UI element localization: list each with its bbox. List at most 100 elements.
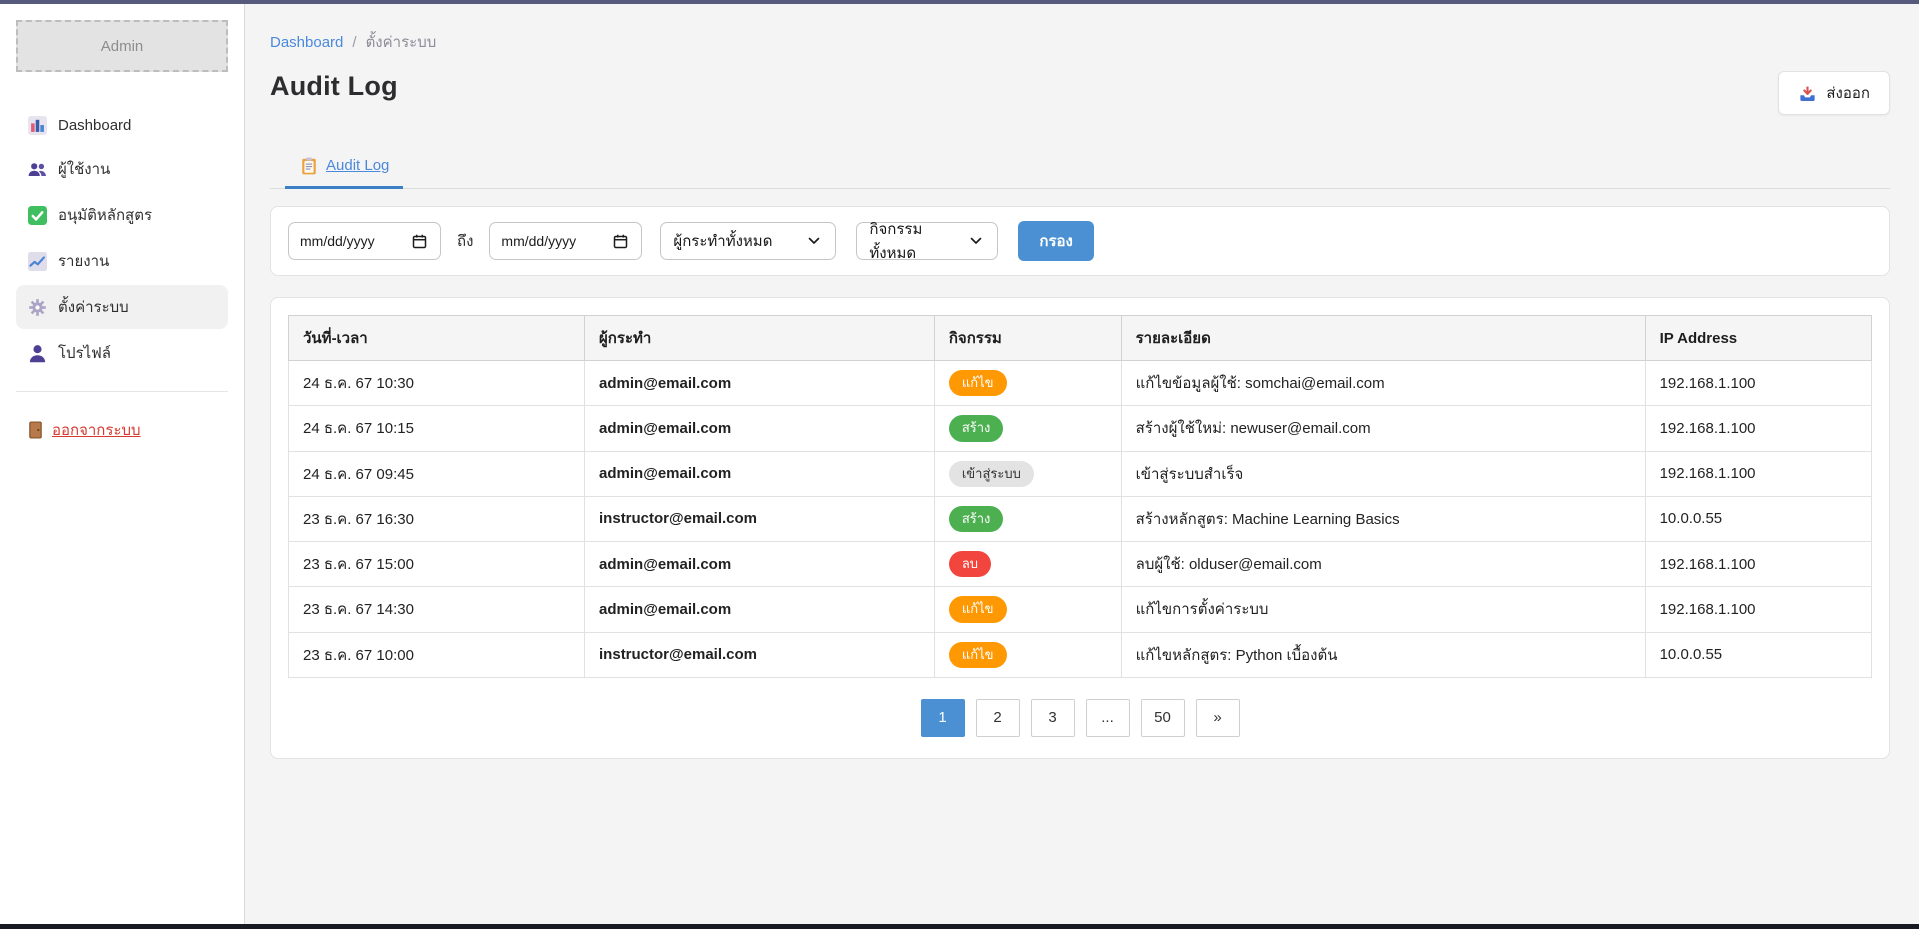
activity-filter-select[interactable]: กิจกรรมทั้งหมด: [856, 222, 998, 260]
cell-detail: แก้ไขข้อมูลผู้ใช้: somchai@email.com: [1121, 361, 1645, 406]
sidebar-item-users[interactable]: ผู้ใช้งาน: [16, 147, 228, 191]
chevron-down-icon: [804, 232, 823, 251]
table-row: 24 ธ.ค. 67 10:15admin@email.com สร้าง สร้า…: [289, 406, 1872, 451]
table-body: 24 ธ.ค. 67 10:30admin@email.comแก้ไขแก้ไ…: [289, 361, 1872, 678]
cell-ip: 192.168.1.100: [1645, 361, 1871, 406]
calendar-icon[interactable]: [410, 232, 429, 251]
cell-datetime: 24 ธ.ค. 67 10:15: [289, 406, 585, 451]
action-badge-create: สร้าง: [949, 415, 1004, 441]
main-content: Dashboard / ตั้งค่าระบบ Audit Log ส่งออก…: [245, 4, 1919, 924]
audit-log-table: วันที่-เวลา ผู้กระทำ กิจกรรม รายละเอียด …: [288, 315, 1872, 678]
calendar-icon[interactable]: [611, 232, 630, 251]
brand-label: Admin: [101, 38, 144, 55]
table-row: 23 ธ.ค. 67 15:00admin@email.com ลบ ลบผู้ใช…: [289, 542, 1872, 587]
cell-action: ลบ: [934, 542, 1121, 587]
table-row: 23 ธ.ค. 67 10:00instructor@email.comแก้ไ…: [289, 632, 1872, 677]
cell-datetime: 24 ธ.ค. 67 10:30: [289, 361, 585, 406]
sidebar-item-course-approval[interactable]: อนุมัติหลักสูตร: [16, 193, 228, 237]
tab-audit-log-label: Audit Log: [326, 157, 389, 174]
cell-actor: admin@email.com: [585, 542, 935, 587]
cell-actor: admin@email.com: [585, 406, 935, 451]
gear-icon: [28, 298, 47, 317]
actor-filter-selected-value: ผู้กระทำทั้งหมด: [673, 229, 772, 253]
table-header-row: วันที่-เวลา ผู้กระทำ กิจกรรม รายละเอียด …: [289, 316, 1872, 361]
activity-filter-selected-value: กิจกรรมทั้งหมด: [869, 217, 950, 265]
cell-ip: 10.0.0.55: [1645, 632, 1871, 677]
table-row: 24 ธ.ค. 67 10:30admin@email.comแก้ไขแก้ไ…: [289, 361, 1872, 406]
cell-detail: สร้างผู้ใช้ใหม่: newuser@email.com: [1121, 406, 1645, 451]
action-badge-delete: ลบ: [949, 551, 991, 577]
date-from-placeholder: mm/dd/yyyy: [300, 233, 375, 249]
column-header-detail: รายละเอียด: [1121, 316, 1645, 361]
breadcrumb-current: ตั้งค่าระบบ: [366, 30, 437, 54]
cell-datetime: 23 ธ.ค. 67 15:00: [289, 542, 585, 587]
pagination-page-3[interactable]: 3: [1031, 699, 1075, 737]
sidebar-item-reports[interactable]: รายงาน: [16, 239, 228, 283]
line-chart-icon: [28, 252, 47, 271]
cell-action: แก้ไข: [934, 361, 1121, 406]
pagination-next[interactable]: »: [1196, 699, 1240, 737]
page-title: Audit Log: [270, 71, 398, 102]
cell-detail: แก้ไขหลักสูตร: Python เบื้องต้น: [1121, 632, 1645, 677]
filter-button[interactable]: กรอง: [1018, 221, 1093, 261]
door-icon: [28, 421, 43, 439]
pagination-page-2[interactable]: 2: [976, 699, 1020, 737]
users-icon: [28, 160, 47, 179]
sidebar-item-label: โปรไฟล์: [58, 341, 111, 365]
breadcrumb-dashboard-link[interactable]: Dashboard: [270, 34, 343, 51]
logout-label: ออกจากระบบ: [52, 418, 141, 442]
cell-ip: 192.168.1.100: [1645, 542, 1871, 587]
cell-action: สร้าง: [934, 406, 1121, 451]
date-from-input[interactable]: mm/dd/yyyy: [288, 222, 441, 260]
export-tray-icon: [1798, 84, 1817, 103]
cell-detail: ลบผู้ใช้: olduser@email.com: [1121, 542, 1645, 587]
pagination-page-1[interactable]: 1: [921, 699, 965, 737]
sidebar-item-dashboard[interactable]: Dashboard: [16, 106, 228, 145]
pagination-ellipsis: ...: [1086, 699, 1130, 737]
cell-ip: 10.0.0.55: [1645, 496, 1871, 541]
cell-ip: 192.168.1.100: [1645, 451, 1871, 496]
cell-datetime: 23 ธ.ค. 67 14:30: [289, 587, 585, 632]
cell-detail: แก้ไขการตั้งค่าระบบ: [1121, 587, 1645, 632]
table-row: 23 ธ.ค. 67 14:30admin@email.comแก้ไขแก้ไ…: [289, 587, 1872, 632]
cell-action: สร้าง: [934, 496, 1121, 541]
cell-action: แก้ไข: [934, 632, 1121, 677]
action-badge-edit: แก้ไข: [949, 370, 1007, 396]
table-row: 23 ธ.ค. 67 16:30instructor@email.comสร้า…: [289, 496, 1872, 541]
audit-log-table-card: วันที่-เวลา ผู้กระทำ กิจกรรม รายละเอียด …: [270, 297, 1890, 759]
sidebar-item-system-settings[interactable]: ตั้งค่าระบบ: [16, 285, 228, 329]
logout-link[interactable]: ออกจากระบบ: [16, 414, 228, 446]
action-badge-edit: แก้ไข: [949, 642, 1007, 668]
sidebar-item-label: รายงาน: [58, 249, 109, 273]
pagination: 123... 50 »: [288, 699, 1872, 737]
pagination-page-50[interactable]: 50: [1141, 699, 1185, 737]
sidebar-item-label: ผู้ใช้งาน: [58, 157, 110, 181]
cell-action: เข้าสู่ระบบ: [934, 451, 1121, 496]
dashboard-icon: [28, 116, 47, 135]
sidebar: Admin Dashboard ผู้ใช้งานอนุมัติหลักสูตรร…: [0, 4, 245, 924]
bottom-accent-bar: [0, 924, 1919, 929]
sidebar-item-profile[interactable]: โปรไฟล์: [16, 331, 228, 375]
export-button[interactable]: ส่งออก: [1778, 71, 1890, 115]
tab-bar: Audit Log: [270, 147, 1890, 189]
cell-action: แก้ไข: [934, 587, 1121, 632]
approve-check-icon: [28, 206, 47, 225]
export-button-label: ส่งออก: [1826, 81, 1870, 105]
date-to-input[interactable]: mm/dd/yyyy: [489, 222, 642, 260]
cell-actor: admin@email.com: [585, 451, 935, 496]
person-icon: [28, 344, 47, 363]
sidebar-divider: [16, 391, 228, 392]
action-badge-edit: แก้ไข: [949, 596, 1007, 622]
action-badge-create: สร้าง: [949, 506, 1004, 532]
tab-audit-log[interactable]: Audit Log: [285, 147, 403, 189]
actor-filter-select[interactable]: ผู้กระทำทั้งหมด: [660, 222, 836, 260]
cell-datetime: 23 ธ.ค. 67 10:00: [289, 632, 585, 677]
filter-card: mm/dd/yyyy ถึง mm/dd/yyyy ผู้กระทำทั้งหม…: [270, 206, 1890, 276]
column-header-action: กิจกรรม: [934, 316, 1121, 361]
cell-actor: instructor@email.com: [585, 496, 935, 541]
action-badge-login: เข้าสู่ระบบ: [949, 461, 1034, 487]
date-to-placeholder: mm/dd/yyyy: [501, 233, 576, 249]
table-row: 24 ธ.ค. 67 09:45admin@email.comเข้าสู่ระ…: [289, 451, 1872, 496]
cell-ip: 192.168.1.100: [1645, 406, 1871, 451]
sidebar-item-label: Dashboard: [58, 117, 131, 134]
